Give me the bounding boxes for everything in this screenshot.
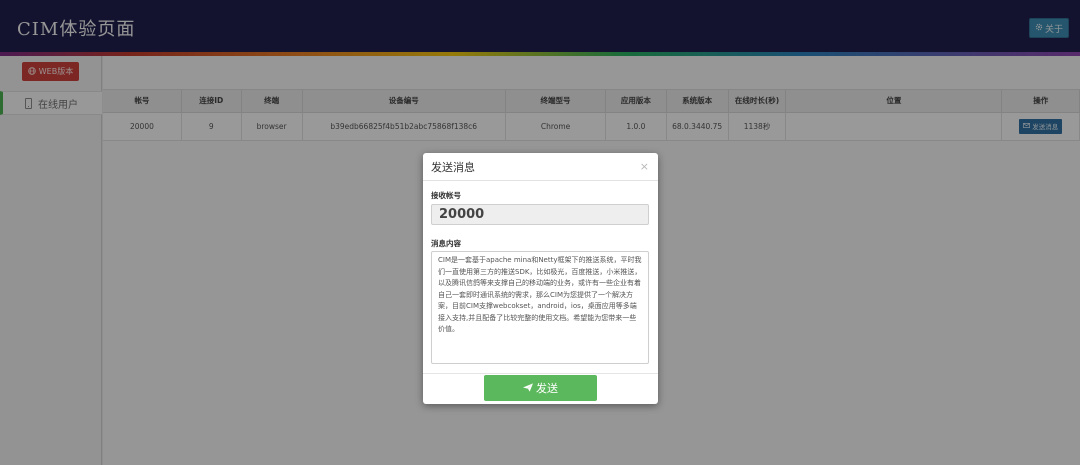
dialog-header: 发送消息 × bbox=[423, 153, 658, 181]
account-field: 20000 bbox=[431, 204, 649, 225]
send-button-label: 发送 bbox=[536, 382, 558, 395]
send-button[interactable]: 发送 bbox=[484, 375, 597, 401]
dialog-title: 发送消息 bbox=[431, 160, 475, 174]
send-message-dialog: 发送消息 × 接收帐号 20000 消息内容 CIM是一套基于apache mi… bbox=[423, 153, 658, 404]
account-label: 接收帐号 bbox=[431, 191, 461, 200]
paper-plane-icon bbox=[523, 382, 533, 395]
message-textarea[interactable]: CIM是一套基于apache mina和Netty框架下的推送系统，平时我们一直… bbox=[431, 251, 649, 364]
message-label: 消息内容 bbox=[431, 239, 461, 248]
close-icon[interactable]: × bbox=[640, 160, 649, 173]
